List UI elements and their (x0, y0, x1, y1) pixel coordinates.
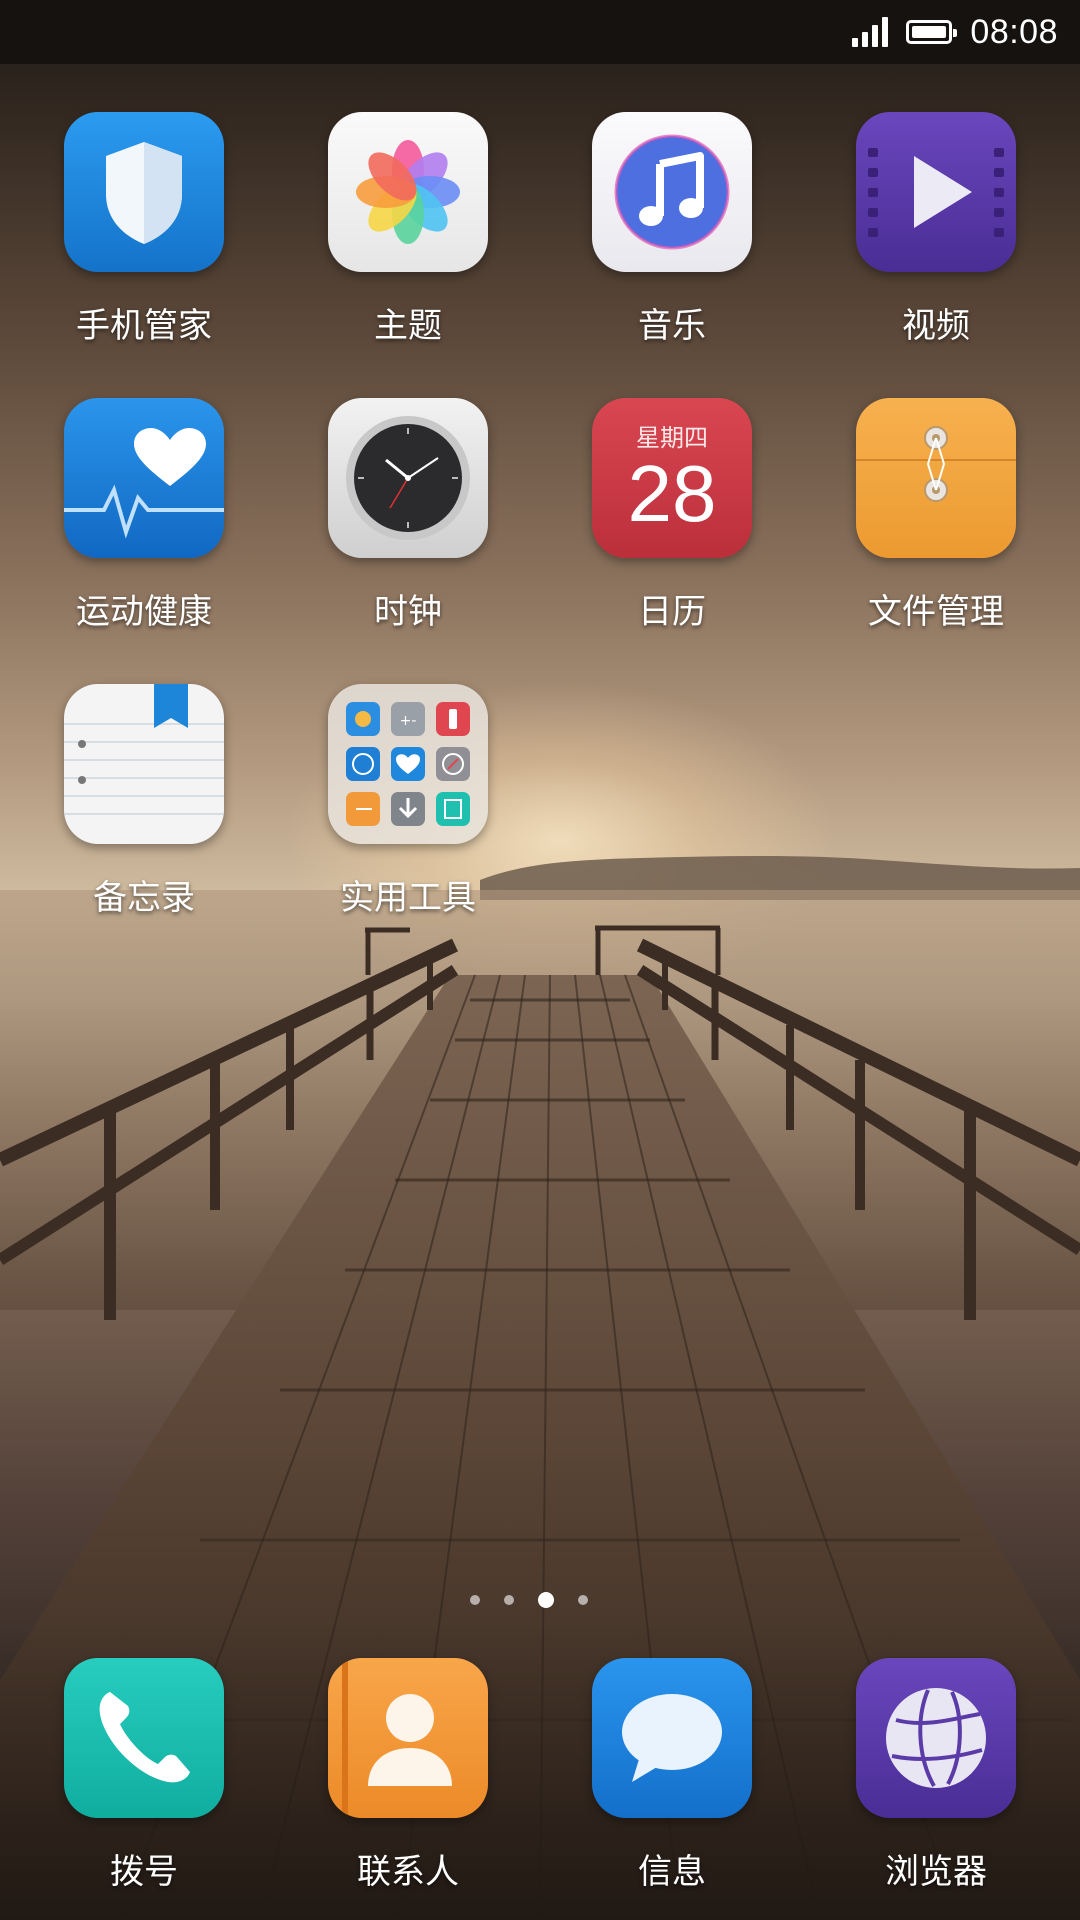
contact-icon (328, 1658, 488, 1818)
dock-app-messages[interactable]: 信息 (562, 1658, 782, 1893)
app-calendar[interactable]: 星期四 28 日历 (562, 398, 782, 633)
app-file-manager[interactable]: 文件管理 (826, 398, 1046, 633)
app-label: 手机管家 (76, 306, 212, 346)
notepad-icon (64, 684, 224, 844)
page-dot[interactable] (470, 1595, 480, 1605)
dock-app-browser[interactable]: 浏览器 (826, 1658, 1046, 1893)
app-clock[interactable]: 时钟 (298, 398, 518, 633)
app-label: 备忘录 (93, 878, 195, 918)
dock-app-contacts[interactable]: 联系人 (298, 1658, 518, 1893)
app-label: 视频 (902, 306, 970, 346)
calendar-day: 28 (627, 449, 717, 538)
app-phone-manager[interactable]: 手机管家 (34, 112, 254, 347)
app-video[interactable]: 视频 (826, 112, 1046, 347)
status-time: 08:08 (970, 12, 1058, 51)
dock-app-dialer[interactable]: 拨号 (34, 1658, 254, 1893)
tools-folder-icon: +- (328, 684, 488, 844)
calendar-weekday: 星期四 (636, 424, 708, 452)
battery-icon (906, 20, 958, 44)
app-label: 时钟 (374, 592, 442, 632)
app-health[interactable]: 运动健康 (34, 398, 254, 633)
app-label: 浏览器 (885, 1852, 987, 1892)
page-dot[interactable] (578, 1595, 588, 1605)
app-label: 实用工具 (340, 878, 476, 918)
app-label: 主题 (374, 306, 442, 346)
folder-icon (856, 398, 1016, 558)
heart-icon (64, 398, 224, 558)
phone-icon (64, 1658, 224, 1818)
status-bar: 08:08 (0, 0, 1080, 64)
theme-petal-icon (328, 112, 488, 272)
page-indicator[interactable] (470, 1592, 588, 1608)
app-label: 运动健康 (76, 592, 212, 632)
app-theme[interactable]: 主题 (298, 112, 518, 347)
page-dot[interactable] (504, 1595, 514, 1605)
app-label: 日历 (638, 592, 706, 632)
app-music[interactable]: 音乐 (562, 112, 782, 347)
calendar-icon: 星期四 28 (592, 398, 752, 558)
app-label: 音乐 (638, 306, 706, 346)
app-label: 文件管理 (868, 592, 1004, 632)
clock-icon (328, 398, 488, 558)
browser-globe-icon (856, 1658, 1016, 1818)
message-icon (592, 1658, 752, 1818)
app-label: 拨号 (110, 1852, 178, 1892)
page-dot-active[interactable] (538, 1592, 554, 1608)
app-memo[interactable]: 备忘录 (34, 684, 254, 919)
app-label: 信息 (638, 1852, 706, 1892)
svg-text:+-: +- (400, 713, 417, 729)
app-tools-folder[interactable]: +- 实用工具 (298, 684, 518, 919)
play-icon (856, 112, 1016, 272)
app-label: 联系人 (357, 1852, 459, 1892)
music-note-icon (592, 112, 752, 272)
signal-icon (852, 17, 889, 47)
shield-icon (64, 112, 224, 272)
